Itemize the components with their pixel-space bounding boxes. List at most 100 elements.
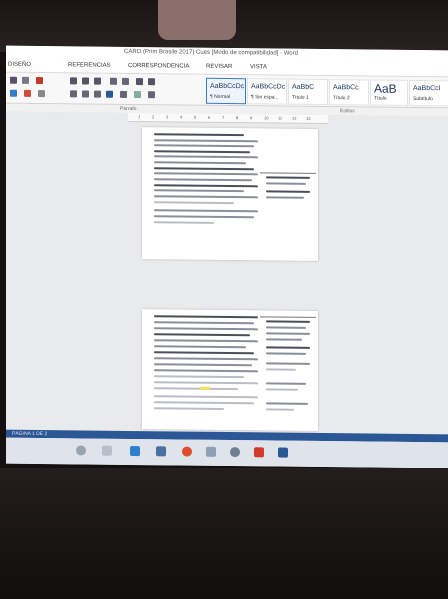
style-sin-espaciado[interactable]: AaBbCcDc ¶ Sin espa... — [247, 78, 287, 105]
windows-taskbar — [6, 437, 448, 469]
text-line — [154, 215, 254, 219]
align-center-icon[interactable] — [82, 90, 89, 98]
font-color-icon[interactable] — [24, 89, 31, 97]
font-size-icon[interactable] — [10, 76, 17, 84]
text-line — [154, 363, 252, 367]
pilcrow-icon[interactable] — [148, 78, 155, 86]
text-line — [154, 209, 258, 213]
style-name: Título 2 — [333, 95, 350, 102]
justify-icon[interactable] — [106, 90, 113, 98]
text-line — [154, 139, 258, 143]
ruler-number: 8 — [236, 115, 239, 121]
text-line — [154, 327, 258, 331]
text-line — [154, 345, 246, 349]
shading-icon[interactable] — [134, 91, 141, 99]
comment-line — [266, 196, 304, 199]
comment-line — [266, 346, 310, 349]
text-line — [154, 375, 244, 379]
increase-indent-icon[interactable] — [122, 77, 129, 85]
align-right-icon[interactable] — [94, 90, 101, 98]
style-sample: AaBbCc — [333, 84, 359, 92]
comment-line — [266, 368, 296, 371]
browser-icon[interactable] — [182, 446, 192, 457]
comment-line — [266, 388, 298, 391]
ruler-number: 3 — [166, 114, 169, 120]
text-line — [154, 333, 250, 337]
group-styles-label: Estilos — [340, 108, 355, 115]
tab-diseno[interactable]: DISEÑO — [8, 62, 31, 68]
document-area[interactable]: 1 2 3 4 5 6 7 8 9 10 11 12 13 — [6, 111, 448, 435]
ribbon-home: AaBbCcDc ¶ Normal AaBbCcDc ¶ Sin espa...… — [6, 72, 448, 109]
style-sample: AaBbCcDc — [210, 82, 245, 91]
bullets-icon[interactable] — [70, 77, 77, 85]
style-titulo-2[interactable]: AaBbCc Título 2 — [329, 79, 369, 106]
line-spacing-icon[interactable] — [120, 90, 127, 98]
store-icon[interactable] — [206, 446, 216, 457]
comment-line — [266, 352, 306, 355]
highlight-icon[interactable] — [10, 89, 17, 97]
document-page-1[interactable] — [142, 127, 318, 261]
ruler-number: 11 — [278, 115, 283, 121]
style-titulo[interactable]: AaB Título — [370, 79, 408, 106]
tab-vista[interactable]: VISTA — [250, 64, 267, 70]
task-view-icon[interactable] — [102, 445, 112, 456]
ruler-number: 10 — [264, 115, 269, 121]
ruler-number: 1 — [138, 114, 141, 120]
tab-referencias[interactable]: REFERENCIAS — [68, 62, 111, 68]
style-normal[interactable]: AaBbCcDc ¶ Normal — [206, 77, 246, 105]
numbering-icon[interactable] — [82, 77, 89, 85]
text-line — [154, 184, 258, 188]
text-line — [154, 161, 246, 165]
search-icon[interactable] — [76, 445, 86, 456]
style-sample: AaBbC — [292, 83, 315, 91]
text-line — [154, 315, 258, 319]
comment-line — [266, 320, 310, 323]
text-color-icon[interactable] — [36, 76, 43, 85]
clear-format-icon[interactable] — [38, 90, 45, 98]
style-name: Subtítulo — [413, 95, 433, 103]
file-explorer-icon[interactable] — [156, 446, 166, 457]
borders-icon[interactable] — [148, 91, 155, 99]
ruler-number: 13 — [306, 115, 311, 121]
sort-icon[interactable] — [136, 78, 143, 86]
document-page-2[interactable] — [142, 309, 318, 431]
style-sample: AaBbCcl — [413, 84, 441, 93]
multilevel-list-icon[interactable] — [94, 77, 101, 85]
horizontal-ruler[interactable]: 1 2 3 4 5 6 7 8 9 10 11 12 13 — [128, 112, 328, 125]
powerpoint-icon[interactable] — [254, 447, 264, 458]
monitor-screen: CARO (Prim Brasile 2017) Cues [Modo de c… — [6, 45, 448, 469]
finger-occlusion — [158, 0, 236, 40]
tab-revisar[interactable]: REVISAR — [206, 64, 232, 70]
text-line — [154, 387, 238, 391]
style-subtitulo[interactable]: AaBbCcl Subtítulo — [409, 79, 448, 107]
text-line — [154, 357, 258, 361]
align-left-icon[interactable] — [70, 90, 77, 98]
text-line — [154, 369, 258, 373]
text-line — [154, 401, 254, 405]
ruler-number: 7 — [222, 114, 225, 120]
ruler-number: 9 — [250, 115, 253, 121]
style-titulo-1[interactable]: AaBbC Título 1 — [288, 78, 328, 106]
tab-correspondencia[interactable]: CORRESPONDENCIA — [128, 63, 189, 70]
word-icon[interactable] — [278, 447, 288, 458]
comment-line — [266, 332, 310, 335]
group-paragraph-label: Párrafo — [120, 105, 137, 113]
text-line — [154, 133, 244, 137]
edge-icon[interactable] — [130, 445, 140, 457]
comment-line — [266, 326, 306, 329]
ruler-number: 2 — [152, 114, 155, 120]
page-count-status[interactable]: PÁGINA 1 DE 2 — [12, 431, 47, 437]
font-grow-icon[interactable] — [22, 76, 29, 84]
comment-line — [266, 362, 310, 365]
ruler-number: 6 — [208, 114, 211, 120]
decrease-indent-icon[interactable] — [110, 77, 117, 85]
text-line — [154, 381, 258, 385]
text-line — [154, 172, 258, 176]
comment-line — [266, 382, 306, 385]
comment-connector — [260, 316, 316, 318]
media-icon[interactable] — [230, 447, 240, 458]
style-sample: AaBbCcDc — [251, 83, 286, 91]
style-name: ¶ Normal — [210, 93, 231, 101]
text-highlight — [200, 386, 210, 390]
text-line — [154, 195, 258, 199]
